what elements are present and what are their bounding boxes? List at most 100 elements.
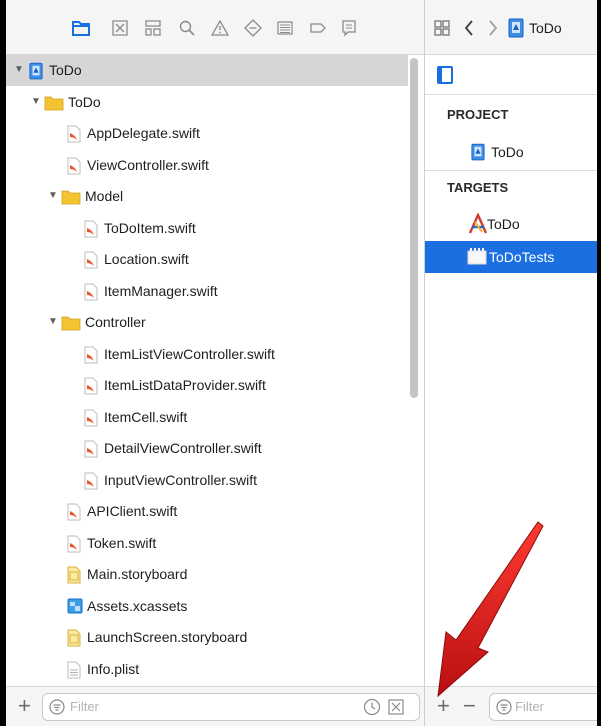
tree-row[interactable]: DetailViewController.swift <box>6 432 408 464</box>
target-row-todotests[interactable]: ToDoTests <box>425 241 597 273</box>
swift-file-icon <box>84 377 98 400</box>
tree-row[interactable]: ▼ ToDo <box>6 54 408 86</box>
tree-item-label: ItemManager.swift <box>104 282 218 299</box>
back-chevron-icon[interactable] <box>463 19 475 37</box>
target-row-todo[interactable]: ToDo <box>425 208 597 240</box>
navigator-filter-bar: + Filter <box>6 686 424 726</box>
filter-placeholder: Filter <box>515 699 544 714</box>
folder-icon[interactable] <box>72 19 90 37</box>
target-label: ToDoTests <box>489 249 555 265</box>
tree-item-label: Token.swift <box>87 534 157 551</box>
tree-row[interactable]: ItemManager.swift <box>6 275 408 307</box>
remove-target-button[interactable]: − <box>463 695 476 717</box>
tree-item-label: ItemCell.swift <box>104 408 188 425</box>
navigator-scrollbar[interactable] <box>410 58 418 398</box>
find-icon[interactable] <box>178 19 196 37</box>
project-navigator: ▼ ToDo ▼ ToDo AppDelegate.swift ViewControlle… <box>6 0 424 726</box>
project-label: ToDo <box>491 144 524 160</box>
tree-item-label: ToDo <box>68 93 101 110</box>
disclosure-triangle-icon[interactable]: ▼ <box>14 65 24 75</box>
targets-filter-bar: + − Filter <box>425 686 597 726</box>
tree-row[interactable]: ▼ ToDo <box>6 86 408 118</box>
symbol-icon[interactable] <box>144 19 162 37</box>
swift-file-icon <box>84 283 98 306</box>
swift-file-icon <box>84 346 98 369</box>
plist-icon <box>67 661 81 684</box>
tree-row[interactable]: Assets.xcassets <box>6 590 408 622</box>
storyboard-icon <box>67 566 81 589</box>
tree-item-label: ItemListDataProvider.swift <box>104 377 266 393</box>
tree-row[interactable]: APIClient.swift <box>6 495 408 527</box>
targets-filter-field[interactable]: Filter <box>489 693 597 721</box>
jumpbar-title[interactable]: ToDo <box>529 20 562 36</box>
tree-item-label: Location.swift <box>104 251 189 267</box>
app-target-icon <box>468 213 488 234</box>
breakpoint-icon[interactable] <box>309 19 327 37</box>
project-icon <box>508 18 524 38</box>
issue-icon[interactable] <box>211 19 229 37</box>
disclosure-triangle-icon[interactable]: ▼ <box>48 317 58 327</box>
tree-row[interactable]: ToDoItem.swift <box>6 212 408 244</box>
tree-row[interactable]: AppDelegate.swift <box>6 117 408 149</box>
tree-row[interactable]: ▼ Controller <box>6 306 408 338</box>
project-editor: ToDo PROJECT ToDo TARGETS ToDo ToDoTests <box>425 0 597 726</box>
report-icon[interactable] <box>340 19 358 37</box>
source-control-icon[interactable] <box>111 19 129 37</box>
tree-item-label: ItemListViewController.swift <box>104 345 275 362</box>
tree-row[interactable]: Info.plist <box>6 653 408 685</box>
tree-row[interactable]: ItemListViewController.swift <box>6 338 408 370</box>
swift-file-icon <box>67 535 81 558</box>
tree-item-label: AppDelegate.swift <box>87 125 200 141</box>
storyboard-icon <box>67 629 81 652</box>
source-control-filter-icon[interactable] <box>387 698 405 716</box>
add-target-button[interactable]: + <box>437 695 450 717</box>
tree-row[interactable]: ItemCell.swift <box>6 401 408 433</box>
targets-panel: PROJECT ToDo TARGETS ToDo ToDoTests <box>425 54 597 686</box>
project-icon <box>471 143 485 161</box>
targets-section-header: TARGETS <box>447 180 509 195</box>
tree-item-label: Assets.xcassets <box>87 597 188 614</box>
tree-item-label: Model <box>85 188 124 204</box>
assets-icon <box>67 598 83 619</box>
tree-item-label: ToDo <box>49 62 82 78</box>
swift-file-icon <box>84 251 98 274</box>
disclosure-triangle-icon[interactable]: ▼ <box>48 191 58 201</box>
add-file-button[interactable]: + <box>18 695 31 717</box>
tree-item-label: APIClient.swift <box>87 503 178 519</box>
tree-row[interactable]: Token.swift <box>6 527 408 559</box>
forward-chevron-icon[interactable] <box>487 19 499 37</box>
swift-file-icon <box>84 409 98 432</box>
jump-bar: ToDo <box>425 0 597 55</box>
recent-files-icon[interactable] <box>363 698 381 716</box>
project-section-header: PROJECT <box>447 107 509 122</box>
panel-toggle-row <box>425 54 597 95</box>
tree-item-label: DetailViewController.swift <box>104 440 262 456</box>
disclosure-triangle-icon[interactable]: ▼ <box>31 96 41 107</box>
xcode-window: ▼ ToDo ▼ ToDo AppDelegate.swift ViewControlle… <box>6 0 597 726</box>
debug-icon[interactable] <box>276 19 294 37</box>
section-separator <box>425 170 597 171</box>
navigator-filter-field[interactable]: Filter <box>42 693 420 721</box>
test-icon[interactable] <box>244 19 262 37</box>
folder-icon <box>44 95 64 116</box>
target-label: ToDo <box>487 216 520 232</box>
tree-item-label: ToDoItem.swift <box>104 219 196 236</box>
tree-row[interactable]: ▼ Model <box>6 180 408 212</box>
tree-item-label: LaunchScreen.storyboard <box>87 629 248 645</box>
swift-file-icon <box>67 125 81 148</box>
tree-row[interactable]: InputViewController.swift <box>6 464 408 496</box>
tree-item-label: InputViewController.swift <box>104 471 258 488</box>
sidebar-toggle-icon[interactable] <box>437 66 453 84</box>
swift-file-icon <box>84 440 98 463</box>
tree-row[interactable]: Location.swift <box>6 243 408 275</box>
related-items-icon[interactable] <box>434 20 450 36</box>
folder-icon <box>61 315 81 336</box>
swift-file-icon <box>84 220 98 243</box>
tree-row[interactable]: LaunchScreen.storyboard <box>6 621 408 653</box>
tree-row[interactable]: ViewController.swift <box>6 149 408 181</box>
tree-item-label: Main.storyboard <box>87 566 188 582</box>
project-row[interactable]: ToDo <box>425 136 597 168</box>
tree-item-label: Info.plist <box>87 660 140 677</box>
tree-row[interactable]: Main.storyboard <box>6 558 408 590</box>
tree-row[interactable]: ItemListDataProvider.swift <box>6 369 408 401</box>
